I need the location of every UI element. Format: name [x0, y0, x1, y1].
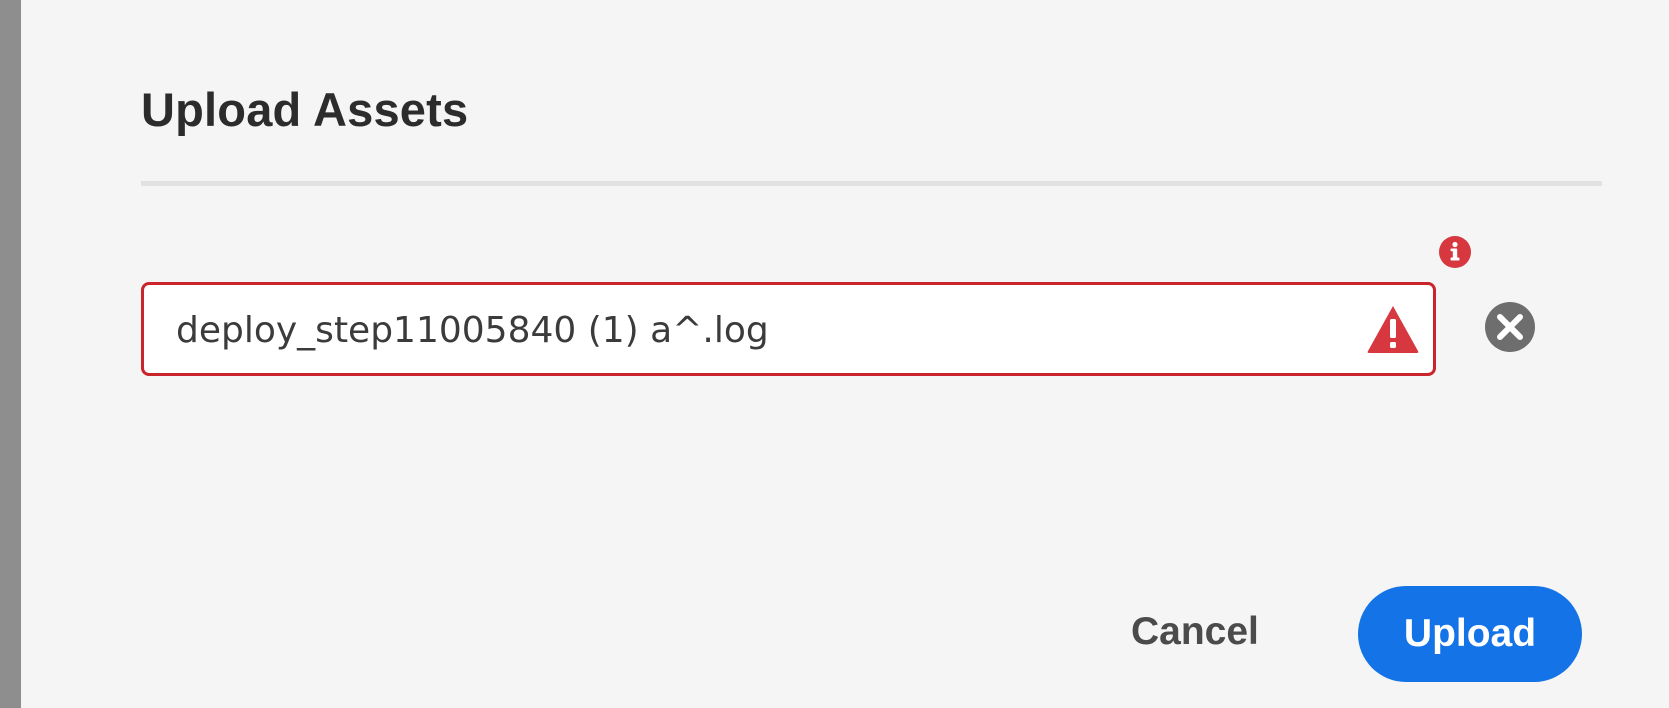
background-overlay-strip [0, 0, 21, 708]
alert-icon [1367, 306, 1419, 353]
upload-assets-dialog: Upload Assets Cancel Upload [21, 0, 1669, 708]
cancel-button[interactable]: Cancel [1121, 604, 1269, 660]
remove-file-button[interactable] [1484, 301, 1536, 353]
filename-input[interactable] [176, 303, 1276, 357]
upload-button[interactable]: Upload [1358, 586, 1582, 682]
title-divider [141, 181, 1602, 186]
dialog-title: Upload Assets [141, 83, 469, 136]
filename-field [141, 282, 1436, 376]
info-icon[interactable] [1439, 236, 1471, 268]
